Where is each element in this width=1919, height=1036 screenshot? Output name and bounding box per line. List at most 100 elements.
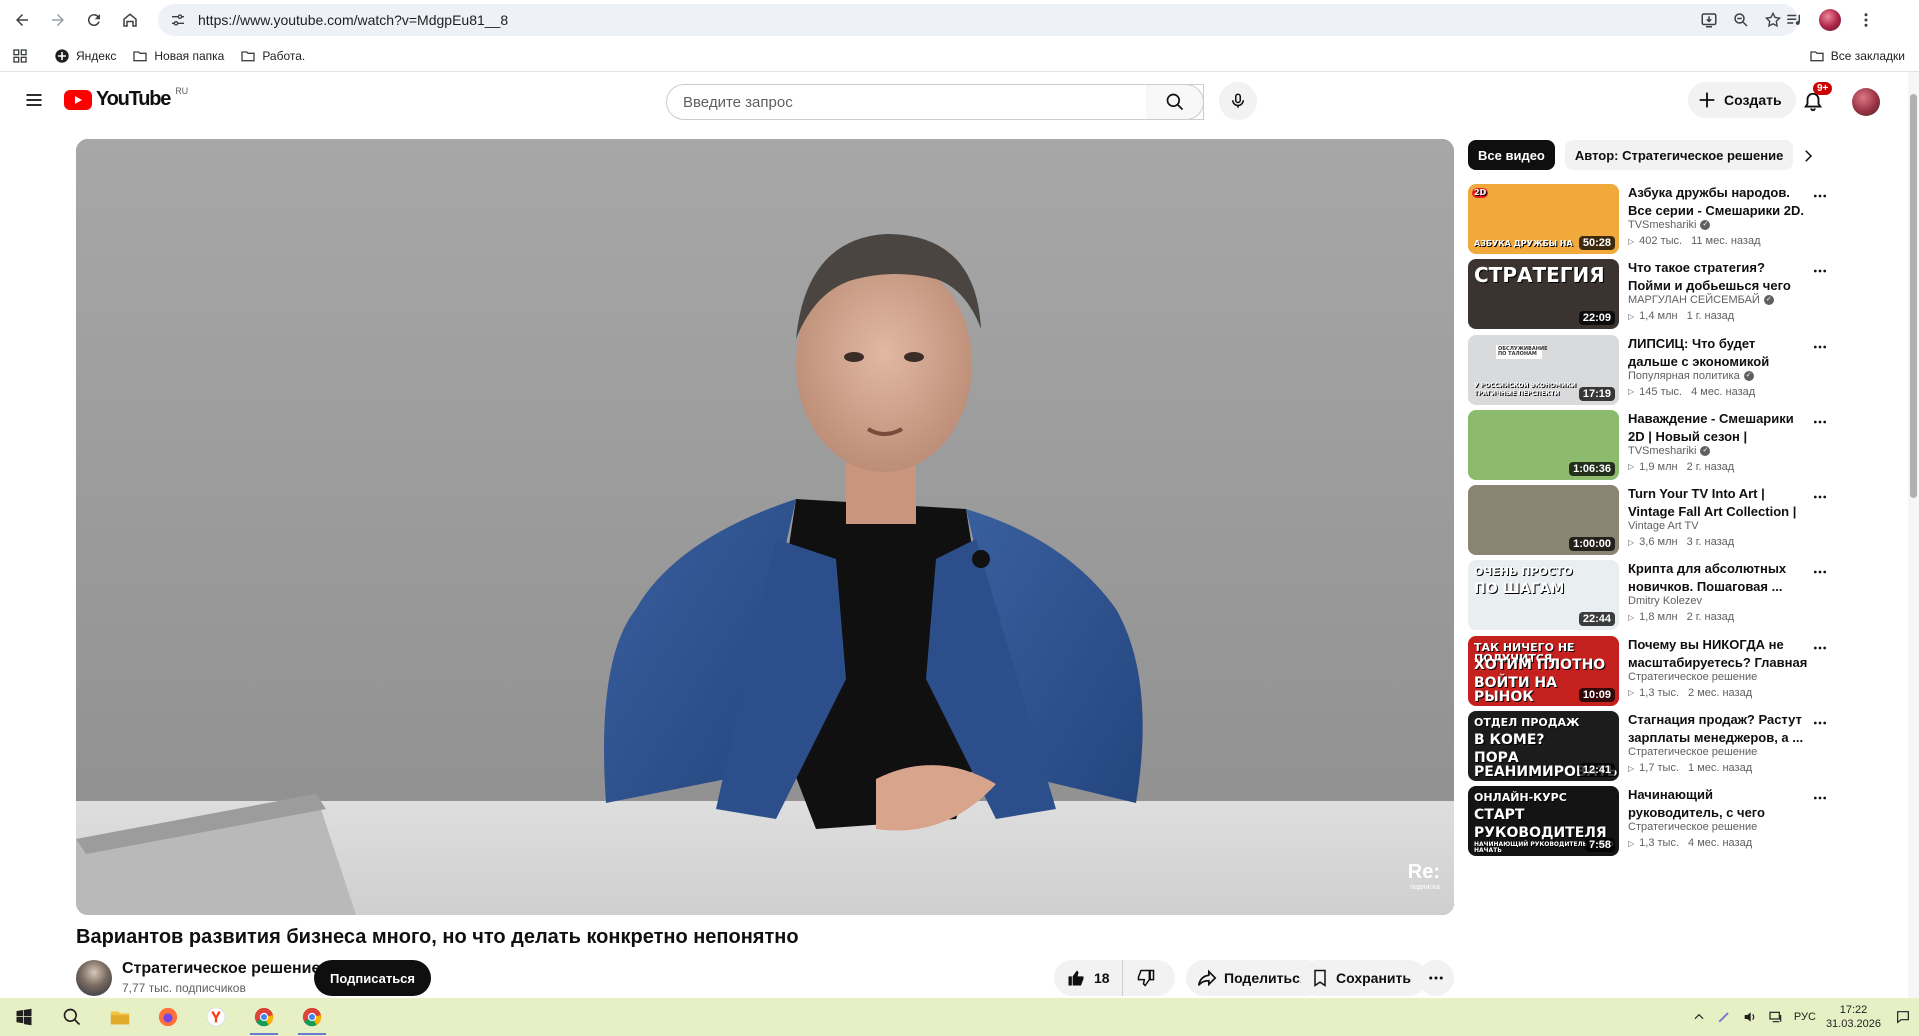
video-thumbnail[interactable]: 1:00:00 — [1468, 485, 1619, 556]
taskbar-file-explorer[interactable] — [96, 998, 144, 1036]
url-text[interactable]: https://www.youtube.com/watch?v=MdgpEu81… — [198, 12, 508, 28]
profile-avatar[interactable] — [1815, 5, 1845, 35]
channel-avatar[interactable] — [76, 960, 112, 996]
taskbar-search-button[interactable] — [48, 998, 96, 1036]
recommendation-item[interactable]: ОЧЕНЬ ПРОСТО ПО ШАГАМ 22:44 Крипта для абсо… — [1468, 560, 1838, 635]
taskbar-chrome-1[interactable] — [240, 998, 288, 1036]
more-actions-button[interactable] — [1418, 960, 1454, 996]
recommendation-channel[interactable]: Популярная политика ✓ — [1628, 370, 1754, 382]
recommendation-title[interactable]: Начинающий руководитель, с чего начать? … — [1628, 786, 1808, 822]
back-button[interactable] — [4, 2, 40, 38]
recommendation-menu-button[interactable] — [1808, 184, 1832, 208]
video-thumbnail[interactable]: 1:06:36 — [1468, 409, 1619, 480]
pen-icon[interactable] — [1716, 1009, 1732, 1025]
taskbar-chrome-2[interactable] — [288, 998, 336, 1036]
recommendation-title[interactable]: Что такое стратегия? Пойми и добьешься ч… — [1628, 259, 1808, 295]
notification-center-icon[interactable] — [1895, 1009, 1911, 1025]
recommendation-menu-button[interactable] — [1808, 335, 1832, 359]
recommendation-title[interactable]: Крипта для абсолютных новичков. Пошагова… — [1628, 560, 1808, 596]
recommendation-title[interactable]: Азбука дружбы народов. Все серии - Смеша… — [1628, 184, 1808, 220]
recommendation-item[interactable]: ТАК НИЧЕГО НЕ ПОЛУЧИТСЯ ХОТИМ ПЛОТНО ВОЙТИ… — [1468, 635, 1838, 711]
dislike-button[interactable] — [1123, 960, 1169, 996]
recommendation-item[interactable]: 1:00:00 Turn Your TV Into Art | Vintage F… — [1468, 485, 1838, 560]
bookmark-new-folder[interactable]: Новая папка — [124, 43, 232, 69]
video-thumbnail[interactable]: ОЧЕНЬ ПРОСТО ПО ШАГАМ 22:44 — [1468, 560, 1619, 631]
video-thumbnail[interactable]: СТРАТЕГИЯ 22:09 — [1468, 259, 1619, 330]
scrollbar-thumb[interactable] — [1910, 94, 1917, 498]
video-player[interactable]: Re: подписка — [76, 139, 1454, 915]
taskbar-clock[interactable]: 17:22 31.03.2026 — [1826, 1003, 1881, 1031]
save-button[interactable]: Сохранить — [1300, 960, 1427, 996]
input-language[interactable]: РУС — [1794, 1011, 1816, 1023]
recommendation-item[interactable]: У РОССИЙСКОЙ ЭКОНОМИКИ ТРАГИЧНЫЕ ПЕРСПЕКТ… — [1468, 334, 1838, 410]
video-thumbnail[interactable]: ОТДЕЛ ПРОДАЖ В КОМЕ? ПОРА РЕАНИМИРОВАТЬ 12:… — [1468, 711, 1619, 782]
channel-name[interactable]: Стратегическое решение — [122, 960, 320, 978]
page-scrollbar[interactable] — [1908, 72, 1919, 1000]
recommendation-menu-button[interactable] — [1808, 485, 1832, 509]
volume-icon[interactable] — [1742, 1009, 1758, 1025]
address-bar[interactable]: https://www.youtube.com/watch?v=MdgpEu81… — [158, 4, 1798, 36]
like-button[interactable]: 18 — [1054, 960, 1123, 996]
recommendation-channel[interactable]: Стратегическое решение — [1628, 821, 1757, 833]
zoom-icon[interactable] — [1730, 9, 1752, 31]
video-thumbnail[interactable]: У РОССИЙСКОЙ ЭКОНОМИКИ ТРАГИЧНЫЕ ПЕРСПЕКТ… — [1468, 334, 1619, 405]
site-info-icon[interactable] — [162, 4, 194, 36]
reload-button[interactable] — [76, 2, 112, 38]
recommendation-menu-button[interactable] — [1808, 636, 1832, 660]
network-icon[interactable] — [1768, 1009, 1784, 1025]
taskbar-yandex-browser[interactable] — [192, 998, 240, 1036]
media-controls-icon[interactable] — [1779, 5, 1809, 35]
recommendation-title[interactable]: Стагнация продаж? Растут зарплаты менедж… — [1628, 711, 1808, 747]
install-app-icon[interactable] — [1698, 9, 1720, 31]
voice-search-button[interactable] — [1219, 82, 1257, 120]
guide-menu-button[interactable] — [16, 82, 52, 118]
account-avatar[interactable] — [1852, 88, 1880, 116]
recommendation-channel[interactable]: Стратегическое решение — [1628, 746, 1757, 758]
recommendation-item[interactable]: СТРАТЕГИЯ 22:09 Что такое стратегия? Пойми… — [1468, 259, 1838, 334]
recommendation-channel[interactable]: TVSmeshariki ✓ — [1628, 445, 1711, 457]
chevron-up-icon[interactable] — [1692, 1010, 1706, 1024]
channel-name: Vintage Art TV — [1628, 520, 1699, 533]
recommendation-item[interactable]: ОТДЕЛ ПРОДАЖ В КОМЕ? ПОРА РЕАНИМИРОВАТЬ 12:… — [1468, 711, 1838, 786]
recommendation-menu-button[interactable] — [1808, 259, 1832, 283]
recommendation-menu-button[interactable] — [1808, 711, 1832, 735]
youtube-logo[interactable]: YouTube RU — [64, 86, 188, 111]
search-input[interactable] — [683, 93, 1123, 111]
recommendation-item[interactable]: 1:06:36 Наваждение - Смешарики 2D | Новый… — [1468, 409, 1838, 485]
recommendation-channel[interactable]: МАРГУЛАН СЕЙСЕМБАЙ ✓ — [1628, 294, 1774, 306]
recommendation-title[interactable]: ЛИПСИЦ: Что будет дальше с экономикой Ро… — [1628, 335, 1808, 371]
subscribe-button[interactable]: Подписаться — [314, 960, 432, 996]
chips-next-button[interactable] — [1794, 142, 1822, 170]
notifications-button[interactable]: 9+ — [1795, 82, 1833, 120]
video-thumbnail[interactable]: АЗБУКА ДРУЖБЫ НА 2D 50:28 — [1468, 184, 1619, 254]
recommendation-title[interactable]: Turn Your TV Into Art | Vintage Fall Art… — [1628, 485, 1808, 521]
recommendation-channel[interactable]: TVSmeshariki ✓ — [1628, 219, 1711, 231]
all-bookmarks[interactable]: Все закладки — [1809, 43, 1905, 69]
recommendation-menu-button[interactable] — [1808, 410, 1832, 434]
recommendation-title[interactable]: Почему вы НИКОГДА не масштабируетесь? Гл… — [1628, 636, 1808, 672]
taskbar-firefox[interactable] — [144, 998, 192, 1036]
recommendation-menu-button[interactable] — [1808, 560, 1832, 584]
video-thumbnail[interactable]: ТАК НИЧЕГО НЕ ПОЛУЧИТСЯ ХОТИМ ПЛОТНО ВОЙТИ… — [1468, 635, 1619, 706]
browser-menu-icon[interactable] — [1851, 5, 1881, 35]
start-button[interactable] — [0, 998, 48, 1036]
forward-button[interactable] — [40, 2, 76, 38]
chip-all-videos[interactable]: Все видео — [1468, 140, 1555, 170]
apps-button[interactable] — [0, 43, 36, 69]
home-button[interactable] — [112, 2, 148, 38]
bookmark-yandex[interactable]: Яндекс — [46, 43, 124, 69]
bookmark-work[interactable]: Работа. — [232, 43, 313, 69]
search-button[interactable] — [1146, 84, 1204, 120]
recommendation-channel[interactable]: Dmitry Kolezev — [1628, 595, 1702, 607]
search-box[interactable] — [666, 84, 1204, 120]
recommendation-title[interactable]: Наваждение - Смешарики 2D | Новый сезон … — [1628, 410, 1808, 446]
bookmark-icon — [1314, 969, 1326, 987]
create-button[interactable]: Создать — [1688, 82, 1796, 118]
chip-from-author[interactable]: Автор: Стратегическое решение — [1564, 140, 1794, 170]
recommendation-item[interactable]: АЗБУКА ДРУЖБЫ НА 2D 50:28 Азбука дружбы нар… — [1468, 184, 1838, 259]
video-thumbnail[interactable]: ОНЛАЙН-КУРС СТАРТ РУКОВОДИТЕЛЯ НАЧИНАЮЩИЙ Р… — [1468, 786, 1619, 857]
recommendation-channel[interactable]: Vintage Art TV — [1628, 520, 1699, 532]
recommendation-menu-button[interactable] — [1808, 786, 1832, 810]
recommendation-item[interactable]: ОНЛАЙН-КУРС СТАРТ РУКОВОДИТЕЛЯ НАЧИНАЮЩИЙ Р… — [1468, 786, 1838, 861]
recommendation-channel[interactable]: Стратегическое решение — [1628, 671, 1757, 683]
